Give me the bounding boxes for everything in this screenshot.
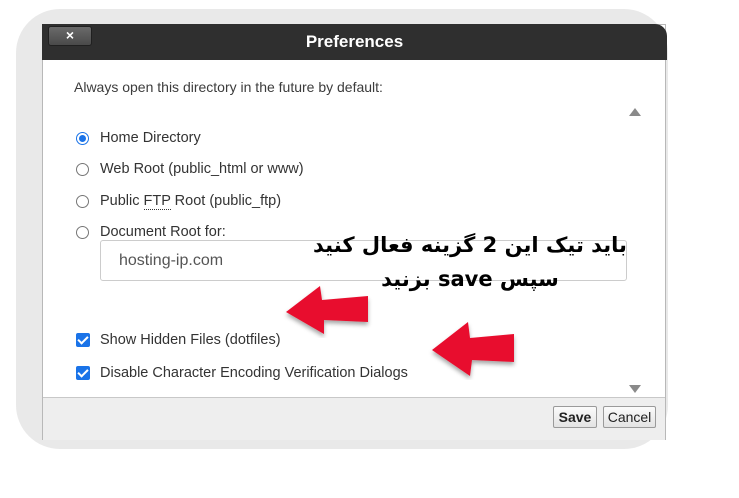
radio-button[interactable] [76, 225, 89, 239]
radio-label: Home Directory [100, 130, 201, 146]
checkbox-checked[interactable] [76, 366, 90, 380]
ftp-abbreviation: FTP [143, 193, 171, 210]
radio-label: Document Root for: [100, 224, 226, 240]
save-button[interactable]: Save [553, 406, 597, 428]
radio-label: Web Root (public_html or www) [100, 161, 304, 177]
checkbox-label: Show Hidden Files (dotfiles) [100, 332, 281, 348]
annotation-line-1: باید تیک این 2 گزینه فعال کنید [313, 233, 627, 257]
checkbox-label: Disable Character Encoding Verification … [100, 365, 408, 381]
dialog-title: Preferences [305, 32, 404, 51]
default-directory-label: Always open this directory in the future… [74, 79, 383, 95]
radio-document-root[interactable]: Document Root for: [76, 224, 226, 240]
cancel-button[interactable]: Cancel [603, 406, 656, 428]
red-arrow-icon [432, 322, 514, 376]
radio-button[interactable] [76, 194, 89, 208]
radio-label-suffix: Root (public_ftp) [170, 193, 282, 209]
radio-button[interactable] [76, 162, 89, 176]
radio-label: Public FTP Root (public_ftp) [100, 193, 282, 210]
scroll-down-arrow-icon[interactable] [629, 385, 641, 393]
radio-button-checked[interactable] [76, 131, 89, 145]
dialog-footer: Save Cancel [43, 397, 665, 440]
dialog-titlebar: × Preferences [42, 24, 667, 60]
screenshot-stage: × Preferences Always open this directory… [0, 0, 739, 498]
radio-label-prefix: Public [100, 193, 144, 209]
red-arrow-icon [286, 286, 368, 334]
checkbox-disable-encoding-dialogs[interactable]: Disable Character Encoding Verification … [76, 365, 408, 381]
radio-public-ftp-root[interactable]: Public FTP Root (public_ftp) [76, 193, 282, 210]
radio-home-directory[interactable]: Home Directory [76, 130, 201, 146]
checkbox-checked[interactable] [76, 333, 90, 347]
radio-web-root[interactable]: Web Root (public_html or www) [76, 161, 304, 177]
checkbox-show-hidden-files[interactable]: Show Hidden Files (dotfiles) [76, 332, 281, 348]
scroll-up-arrow-icon[interactable] [629, 108, 641, 116]
